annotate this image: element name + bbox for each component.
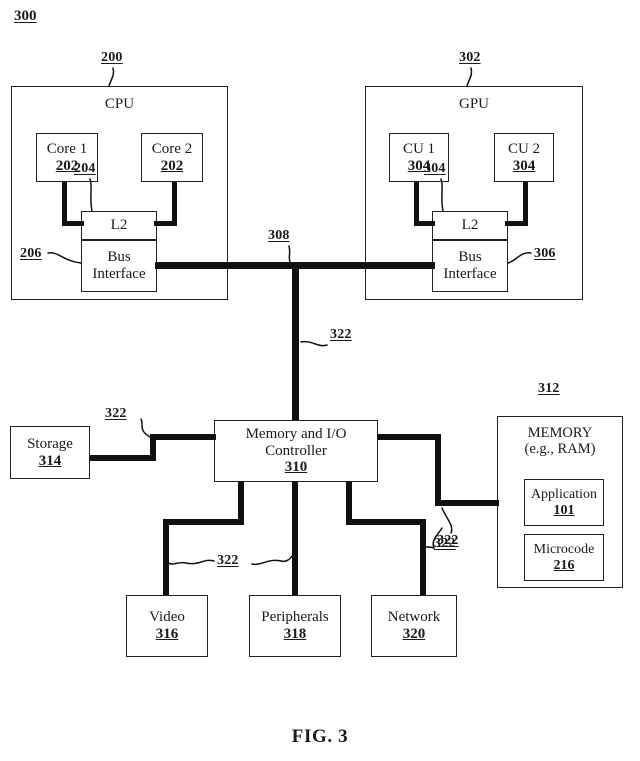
network-label: Network [387, 609, 441, 626]
cpu-l2-cache: L2 [81, 211, 157, 240]
storage-label: Storage [27, 435, 73, 452]
gpu-compute-unit-2: CU 2 304 [494, 133, 554, 182]
gpu-bus-interface-line2: Interface [443, 266, 497, 282]
peripherals-label: Peripherals [261, 609, 329, 626]
sheet-number: 300 [14, 8, 37, 24]
peripherals-block: Peripherals 318 [249, 595, 341, 657]
storage-block: Storage 314 [10, 426, 90, 479]
video-link-seg-h [163, 519, 244, 525]
memory-link-seg-h1 [377, 434, 441, 440]
peripherals-ref: 318 [283, 626, 307, 642]
gpu-l2-ref: 304 [424, 161, 446, 176]
cpu-core-2: Core 2 202 [141, 133, 203, 182]
gpu-bus-interface: Bus Interface [432, 240, 508, 292]
video-block: Video 316 [126, 595, 208, 657]
gpu-title: GPU [458, 96, 489, 112]
network-link-seg-h [346, 519, 426, 525]
controller-line1: Memory and I/O [245, 425, 347, 442]
cpu-l2-label: L2 [110, 217, 128, 234]
cpu-core2-wire-vertical [172, 182, 177, 226]
peripherals-link-vertical [292, 481, 298, 596]
cpu-bus-interface: Bus Interface [81, 240, 157, 292]
video-ref: 316 [155, 626, 179, 642]
cpu-l2-ref: 204 [74, 161, 96, 176]
gpu-l2-label: L2 [461, 217, 479, 234]
memory-title: MEMORY [527, 425, 593, 441]
network-block: Network 320 [371, 595, 457, 657]
system-bus-ref: 308 [268, 228, 290, 243]
cpu-core-2-ref: 202 [160, 157, 184, 174]
cpu-core2-wire-horizontal [154, 221, 177, 226]
figure-caption: FIG. 3 [291, 726, 349, 747]
microcode-label: Microcode [533, 541, 595, 557]
video-link-seg-v2 [163, 519, 169, 596]
gpu-cu2-wire-vertical [523, 182, 528, 226]
cpu-bus-interface-line1: Bus [107, 249, 131, 266]
memory-link-seg-v [435, 434, 441, 506]
cpu-core1-wire-vertical [62, 182, 67, 226]
cpu-core-2-label: Core 2 [151, 140, 193, 157]
gpu-cu1-wire-vertical [414, 182, 419, 226]
gpu-cu2-wire-horizontal [505, 221, 528, 226]
memory-link-seg-h2 [435, 500, 499, 506]
memory-ref: 312 [538, 381, 560, 396]
cpu-ref: 200 [101, 50, 123, 65]
storage-link-seg-h2 [150, 434, 216, 440]
application-ref: 101 [553, 502, 575, 518]
cpu-core1-wire-horizontal [62, 221, 84, 226]
memory-application-block: Application 101 [524, 479, 604, 526]
network-link-ref: 322 [437, 533, 459, 548]
controller-line2: Controller [265, 442, 327, 459]
gpu-bus-interface-line1: Bus [458, 249, 482, 266]
controller-ref: 310 [284, 459, 308, 476]
figure-sheet: 300 CPU Core 1 202 Core 2 202 L2 Bus Int… [0, 0, 640, 761]
cpu-bus-interface-ref: 206 [20, 246, 42, 261]
gpu-ref: 302 [459, 50, 481, 65]
video-label: Video [149, 609, 185, 626]
gpu-l2-cache: L2 [432, 211, 508, 240]
cpu-title: CPU [104, 96, 135, 112]
storage-link-ref: 322 [105, 406, 127, 421]
gpu-cu-2-label: CU 2 [507, 140, 541, 157]
cpu-bus-interface-line2: Interface [92, 266, 146, 282]
memory-microcode-block: Microcode 216 [524, 534, 604, 581]
storage-link-seg-h1 [89, 455, 156, 461]
microcode-ref: 216 [553, 557, 575, 573]
cpu-core-1-label: Core 1 [46, 140, 88, 157]
gpu-cu1-wire-horizontal [414, 221, 435, 226]
gpu-bus-interface-ref: 306 [534, 246, 556, 261]
network-ref: 320 [402, 626, 426, 642]
network-link-seg-v2 [420, 519, 426, 596]
memory-subtitle: (e.g., RAM) [524, 441, 596, 458]
gpu-cu-1-label: CU 1 [402, 140, 436, 157]
application-label: Application [530, 486, 598, 502]
video-link-ref: 322 [217, 553, 239, 568]
storage-ref: 314 [38, 452, 62, 469]
system-bus-vertical [292, 262, 299, 422]
memory-io-controller: Memory and I/O Controller 310 [214, 420, 378, 482]
bus-link-ref-trunk: 322 [330, 327, 352, 342]
gpu-cu-2-ref: 304 [512, 157, 536, 174]
